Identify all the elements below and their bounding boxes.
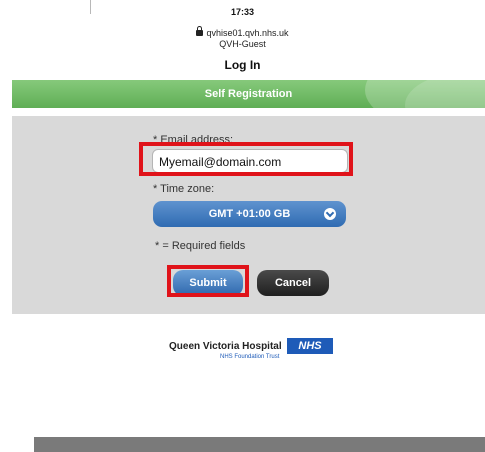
email-field-highlight	[139, 142, 353, 176]
hospital-name: Queen Victoria Hospital	[169, 341, 282, 352]
bottom-bar	[34, 437, 485, 452]
required-fields-note: * = Required fields	[155, 240, 246, 252]
chevron-down-icon	[324, 208, 336, 220]
page-title: Log In	[224, 58, 261, 72]
lock-icon	[196, 26, 204, 36]
network-name: QVH-Guest	[219, 39, 266, 49]
status-time: 17:33	[230, 7, 255, 17]
timezone-select[interactable]: GMT +01:00 GB	[153, 201, 346, 227]
banner-title: Self Registration	[204, 88, 293, 100]
address-domain: qvhise01.qvh.nhs.uk	[206, 28, 289, 38]
address-bar[interactable]: qvhise01.qvh.nhs.uk	[0, 26, 485, 38]
timezone-label: * Time zone:	[153, 183, 215, 195]
trust-name: NHS Foundation Trust	[220, 354, 280, 360]
nhs-logo: NHS	[287, 338, 333, 354]
timezone-value: GMT +01:00 GB	[208, 208, 291, 220]
submit-button-highlight	[167, 265, 249, 297]
self-registration-banner: Self Registration	[12, 80, 485, 108]
cancel-button[interactable]: Cancel	[257, 270, 329, 296]
